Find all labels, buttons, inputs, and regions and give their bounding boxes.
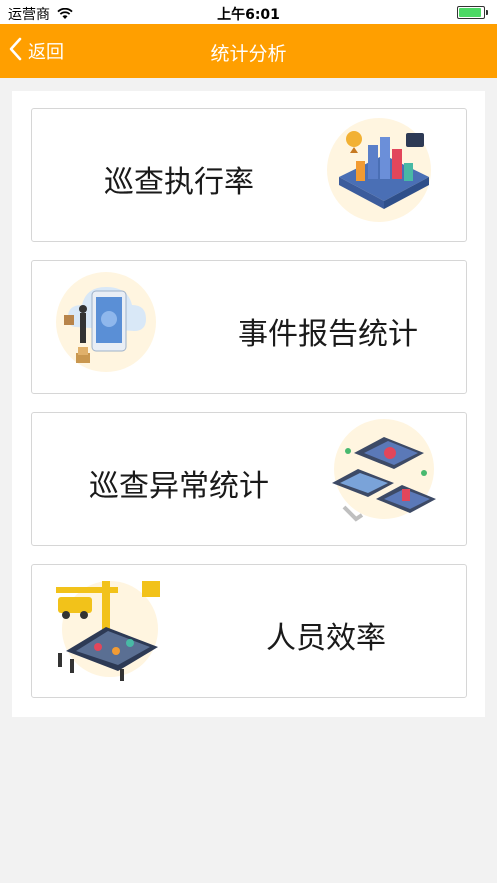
smart-city-icon: [324, 115, 444, 235]
page-title: 统计分析: [210, 43, 287, 65]
card-staff-efficiency[interactable]: 人员效率: [31, 564, 467, 698]
card-label: 人员效率: [266, 621, 386, 656]
card-label: 巡查异常统计: [89, 469, 269, 504]
card-label: 巡查执行率: [104, 165, 254, 200]
navigation-bar: 返回 统计分析: [0, 24, 497, 78]
construction-team-icon: [46, 571, 166, 691]
card-label: 事件报告统计: [238, 317, 418, 352]
card-inspection-execution-rate[interactable]: 巡查执行率: [31, 108, 467, 242]
anomaly-map-icon: [324, 419, 444, 539]
clock-time: 上午6:01: [217, 7, 280, 23]
status-bar: 运营商 上午6:01: [0, 0, 497, 24]
menu-panel: 巡查执行率 事件报告统计 巡查异常统计 人员效率: [12, 91, 485, 717]
battery-icon: [457, 6, 488, 19]
card-inspection-anomaly-statistics[interactable]: 巡查异常统计: [31, 412, 467, 546]
cloud-report-icon: [46, 267, 166, 387]
card-event-report-statistics[interactable]: 事件报告统计: [31, 260, 467, 394]
